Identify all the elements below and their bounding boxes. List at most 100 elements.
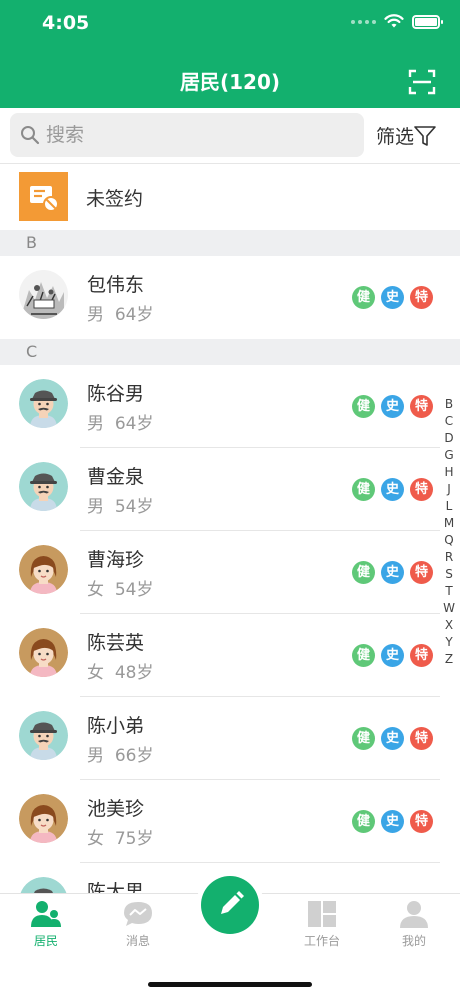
index-letter[interactable]: Z [445, 651, 453, 668]
alphabet-index[interactable]: B C D G H J L M Q R S T W X Y Z [441, 396, 457, 668]
tab-residents[interactable]: 居民 [6, 900, 86, 949]
residents-icon [31, 901, 61, 927]
index-letter[interactable]: J [447, 481, 451, 498]
history-badge: 史 [381, 561, 404, 584]
history-badge: 史 [381, 478, 404, 501]
health-badge: 健 [352, 561, 375, 584]
special-badge: 特 [410, 561, 433, 584]
index-letter[interactable]: T [445, 583, 452, 600]
resident-name: 包伟东 [87, 274, 145, 296]
health-badge: 健 [352, 395, 375, 418]
history-badge: 史 [381, 727, 404, 750]
unsigned-row[interactable]: 未签约 [0, 164, 460, 230]
health-badge: 健 [352, 644, 375, 667]
index-letter[interactable]: R [445, 549, 453, 566]
resident-row[interactable]: 包伟东 男 64岁 健 史 特 [0, 256, 460, 339]
index-letter[interactable]: D [444, 430, 453, 447]
resident-row[interactable]: 曹海珍 女 54岁 健 史 特 [0, 531, 460, 614]
tab-workbench[interactable]: 工作台 [282, 900, 362, 949]
scan-icon[interactable] [408, 68, 436, 96]
resident-badges: 健 史 特 [352, 478, 433, 501]
filter-icon [414, 125, 436, 146]
screen: 4:05 居民(120) 筛选 [0, 0, 460, 996]
compose-button[interactable] [201, 876, 259, 934]
index-letter[interactable]: M [444, 515, 454, 532]
health-badge: 健 [352, 478, 375, 501]
tab-messages[interactable]: 消息 [98, 900, 178, 949]
index-letter[interactable]: Y [445, 634, 452, 651]
index-letter[interactable]: Q [444, 532, 453, 549]
history-badge: 史 [381, 395, 404, 418]
resident-info: 男 66岁 [87, 746, 154, 766]
history-badge: 史 [381, 286, 404, 309]
resident-row[interactable]: 陈芸英 女 48岁 健 史 特 [0, 614, 460, 697]
unsigned-label: 未签约 [86, 188, 144, 210]
index-letter[interactable]: S [445, 566, 453, 583]
pencil-icon [221, 891, 244, 914]
tab-label: 居民 [33, 934, 58, 948]
index-letter[interactable]: B [445, 396, 453, 413]
special-badge: 特 [410, 478, 433, 501]
index-letter[interactable]: X [445, 617, 453, 634]
female-avatar-icon [19, 628, 68, 677]
wifi-icon [384, 14, 404, 28]
history-badge: 史 [381, 810, 404, 833]
search-box[interactable] [10, 113, 364, 157]
female-avatar-icon [19, 794, 68, 843]
resident-name: 陈小弟 [87, 715, 145, 737]
filter-button[interactable]: 筛选 [376, 122, 436, 149]
resident-info: 男 64岁 [87, 414, 154, 434]
section-header-b: B [0, 230, 460, 256]
resident-name: 曹金泉 [87, 466, 145, 488]
health-badge: 健 [352, 286, 375, 309]
resident-badges: 健 史 特 [352, 395, 433, 418]
status-icons [351, 14, 443, 29]
female-avatar-icon [19, 545, 68, 594]
resident-row[interactable]: 陈谷男 男 64岁 健 史 特 [0, 365, 460, 448]
male-avatar-icon [19, 379, 68, 428]
resident-name: 池美珍 [87, 798, 145, 820]
resident-badges: 健 史 特 [352, 561, 433, 584]
unsigned-icon [19, 172, 68, 221]
index-letter[interactable]: L [446, 498, 453, 515]
profile-icon [400, 901, 428, 928]
male-avatar-icon [19, 462, 68, 511]
special-badge: 特 [410, 286, 433, 309]
resident-name: 陈谷男 [87, 383, 145, 405]
resident-badges: 健 史 特 [352, 644, 433, 667]
status-time: 4:05 [42, 12, 90, 34]
search-input[interactable] [46, 119, 346, 151]
special-badge: 特 [410, 727, 433, 750]
page-title: 居民(120) [179, 70, 281, 94]
index-letter[interactable]: H [444, 464, 453, 481]
home-indicator [148, 982, 312, 987]
resident-info: 女 48岁 [87, 663, 154, 683]
tab-label: 消息 [125, 934, 150, 948]
index-letter[interactable]: G [444, 447, 453, 464]
tab-bar: 居民 消息 工作台 我的 [0, 876, 460, 996]
resident-photo [19, 270, 68, 319]
index-letter[interactable]: C [445, 413, 453, 430]
resident-row[interactable]: 陈小弟 男 66岁 健 史 特 [0, 697, 460, 780]
special-badge: 特 [410, 810, 433, 833]
resident-badges: 健 史 特 [352, 810, 433, 833]
index-letter[interactable]: W [443, 600, 455, 617]
health-badge: 健 [352, 727, 375, 750]
section-header-c: C [0, 339, 460, 365]
health-badge: 健 [352, 810, 375, 833]
resident-badges: 健 史 特 [352, 727, 433, 750]
message-icon [124, 902, 152, 926]
resident-row[interactable]: 池美珍 女 75岁 健 史 特 [0, 780, 460, 863]
app-header: 4:05 居民(120) [0, 0, 460, 108]
tab-me[interactable]: 我的 [374, 900, 454, 949]
special-badge: 特 [410, 395, 433, 418]
battery-icon [412, 14, 443, 29]
signal-icon [351, 19, 376, 24]
tab-label: 我的 [401, 934, 426, 948]
resident-name: 曹海珍 [87, 549, 145, 571]
workbench-icon [308, 901, 336, 927]
resident-info: 女 54岁 [87, 580, 154, 600]
search-icon [21, 126, 40, 145]
resident-badges: 健 史 特 [352, 286, 433, 309]
resident-row[interactable]: 曹金泉 男 54岁 健 史 特 [0, 448, 460, 531]
